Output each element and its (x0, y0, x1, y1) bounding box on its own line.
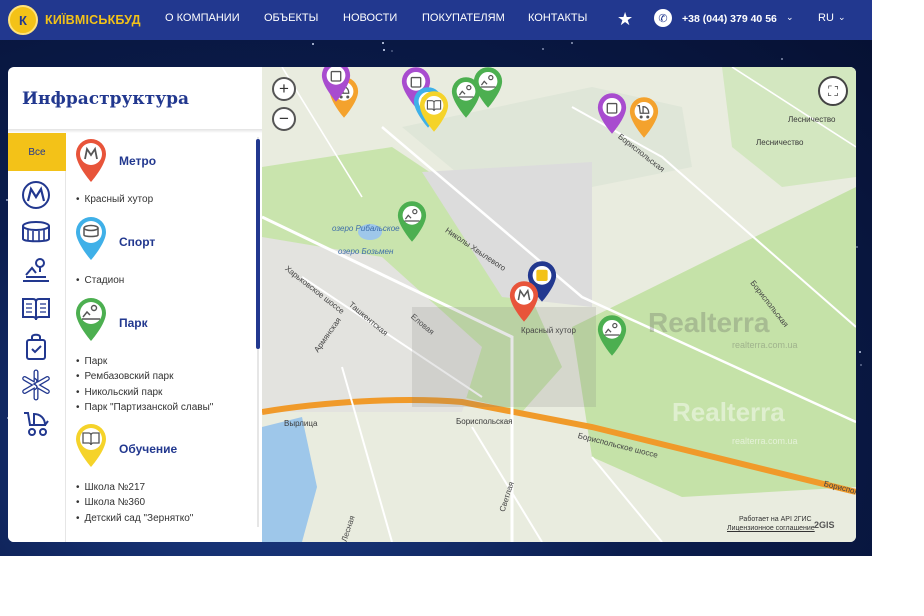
nav-news[interactable]: НОВОСТИ (343, 12, 397, 24)
star-dot (859, 350, 862, 353)
list-item[interactable]: Школа №360 (76, 495, 193, 510)
nav-about[interactable]: О КОМПАНИИ (165, 12, 240, 24)
kids-pin-icon[interactable] (628, 95, 660, 139)
zoom-out-button[interactable]: − (272, 107, 296, 131)
shopping-bag-icon[interactable] (20, 331, 52, 363)
nav-objects[interactable]: ОБЪЕКТЫ (264, 12, 318, 24)
shops-pin-icon[interactable] (320, 67, 352, 103)
group-title: Обучение (119, 442, 178, 456)
page-background: К КИЇВМІСЬКБУД О КОМПАНИИ ОБЪЕКТЫ НОВОСТ… (0, 0, 872, 556)
list-item[interactable]: Школа №217 (76, 480, 193, 495)
star-dot (382, 49, 385, 52)
logo[interactable]: К КИЇВМІСЬКБУД (8, 5, 158, 35)
park-pin-icon[interactable] (396, 199, 428, 243)
zoom-in-button[interactable]: + (272, 77, 296, 101)
nav-buyers[interactable]: ПОКУПАТЕЛЯМ (422, 12, 505, 24)
star-dot (382, 41, 385, 44)
book-icon[interactable] (20, 293, 52, 325)
nav-contacts[interactable]: КОНТАКТЫ (528, 12, 587, 24)
sport-pin-icon (76, 217, 106, 260)
group-items: Парк Рембазовский парк Никольский парк П… (76, 354, 214, 415)
park-pin-icon[interactable] (472, 67, 504, 109)
list-item[interactable]: Рембазовский парк (76, 369, 213, 384)
category-sidebar: Все (8, 133, 66, 542)
language-selector[interactable]: RU (818, 12, 834, 24)
panel-title: Инфраструктура (22, 89, 189, 109)
star-dot (859, 363, 862, 366)
place-label: Лесничество (756, 138, 804, 147)
watermark: Realterra (648, 307, 770, 338)
watermark-box (412, 307, 596, 407)
shops-pin-icon[interactable] (596, 91, 628, 135)
chevron-down-icon[interactable]: ⌄ (838, 12, 846, 23)
fullscreen-button[interactable]: ⛶ (818, 76, 848, 106)
park-pin-icon[interactable] (596, 313, 628, 357)
site-header: К КИЇВМІСЬКБУД О КОМПАНИИ ОБЪЕКТЫ НОВОСТ… (0, 0, 872, 40)
category-all-tab[interactable]: Все (8, 133, 66, 171)
medical-icon[interactable] (20, 369, 52, 401)
scrollbar-thumb[interactable] (256, 139, 260, 349)
logo-text: КИЇВМІСЬКБУД (45, 13, 141, 27)
group-items: Школа №217 Школа №360 Детский сад "Зерня… (76, 480, 194, 526)
star-dot (390, 49, 393, 52)
park-icon[interactable] (20, 255, 52, 287)
license-link[interactable]: Лицензионное соглашение (727, 525, 815, 532)
phone-icon[interactable]: ✆ (654, 9, 672, 27)
list-item[interactable]: Красный хутор (76, 192, 154, 207)
chevron-down-icon[interactable]: ⌄ (786, 12, 794, 23)
group-items: Красный хутор (76, 192, 154, 207)
map-provider-logo: 2GIS (814, 520, 835, 530)
water-label: озеро Рибальское (332, 224, 400, 233)
phone-number[interactable]: +38 (044) 379 40 56 (682, 13, 777, 25)
metro-pin-icon (76, 139, 106, 182)
watermark: Realterra (672, 397, 785, 427)
group-items: Стадион (76, 273, 125, 288)
group-title: Спорт (119, 235, 156, 249)
star-dot (570, 42, 573, 45)
list-item[interactable]: Парк (76, 354, 213, 369)
stroller-icon[interactable] (20, 407, 52, 439)
education-pin-icon[interactable] (418, 89, 450, 133)
group-title: Парк (119, 316, 148, 330)
star-dot (541, 47, 544, 50)
place-label: Лесничество (788, 115, 836, 124)
group-title: Метро (119, 154, 157, 168)
infrastructure-list: Метро Красный хутор Спорт Стадион (68, 133, 256, 542)
infrastructure-panel: Инфраструктура Все Метро • Красный хутор… (8, 67, 262, 542)
star-dot (311, 42, 314, 45)
list-item[interactable]: Детский сад "Зернятко" (76, 511, 194, 526)
map-attribution[interactable]: Работает на API 2ГИС (739, 516, 812, 523)
list-item[interactable]: Парк "Партизанской славы" (76, 400, 214, 415)
watermark-url: realterra.com.ua (732, 340, 798, 350)
place-label: Вырлица (284, 419, 318, 428)
metro-pin-icon[interactable] (508, 279, 540, 323)
list-item[interactable]: Никольский парк (76, 385, 213, 400)
water-label: озеро Бозьмен (338, 247, 394, 256)
logo-mark-icon: К (8, 5, 38, 35)
list-item[interactable]: Стадион (76, 273, 125, 288)
park-pin-icon (76, 298, 106, 341)
watermark-url: realterra.com.ua (732, 436, 798, 446)
star-dot (781, 57, 784, 60)
map-viewport[interactable]: озеро Рибальское озеро Бозьмен Лесничест… (262, 67, 856, 542)
education-pin-icon (76, 424, 106, 467)
place-label: Бориспольская (456, 417, 513, 426)
star-icon[interactable]: ★ (617, 9, 633, 30)
stadium-icon[interactable] (20, 217, 52, 249)
metro-icon[interactable] (20, 179, 52, 211)
